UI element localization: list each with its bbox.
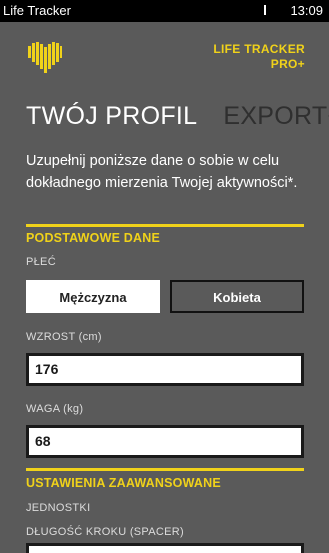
weight-input[interactable]: 68	[26, 425, 304, 458]
tab-export-import[interactable]: EXPORT+IMPORT	[223, 102, 329, 130]
brand-line-2: PRO+	[270, 57, 305, 71]
gender-female-button[interactable]: Kobieta	[170, 280, 304, 313]
brand-name: LIFE TRACKER PRO+	[185, 42, 305, 72]
gender-label: PŁEĆ	[26, 256, 56, 268]
weight-label: WAGA (kg)	[26, 403, 84, 415]
status-time: 13:09	[290, 3, 323, 18]
section-title-basic: PODSTAWOWE DANE	[26, 231, 161, 245]
step-length-input[interactable]	[26, 543, 304, 553]
status-bar: Life Tracker 13:09	[0, 0, 329, 22]
heart-logo-icon	[28, 42, 62, 73]
section-divider-advanced	[26, 468, 304, 471]
pivot-tabs: TWÓJ PROFIL EXPORT+IMPORT	[26, 102, 329, 142]
status-app-title: Life Tracker	[3, 3, 71, 18]
height-input[interactable]: 176	[26, 353, 304, 386]
units-label: JEDNOSTKI	[26, 502, 91, 514]
brand-line-1: LIFE TRACKER	[213, 42, 305, 56]
tab-profile[interactable]: TWÓJ PROFIL	[26, 102, 197, 130]
intro-text: Uzupełnij poniższe dane o sobie w celu d…	[26, 153, 298, 191]
gender-male-button[interactable]: Mężczyzna	[26, 280, 160, 313]
section-divider-basic	[26, 224, 304, 227]
section-title-advanced: USTAWIENIA ZAAWANSOWANE	[26, 476, 221, 490]
signal-icon	[264, 5, 270, 15]
height-label: WZROST (cm)	[26, 331, 102, 343]
step-length-label: DŁUGOŚĆ KROKU (SPACER)	[26, 526, 184, 538]
